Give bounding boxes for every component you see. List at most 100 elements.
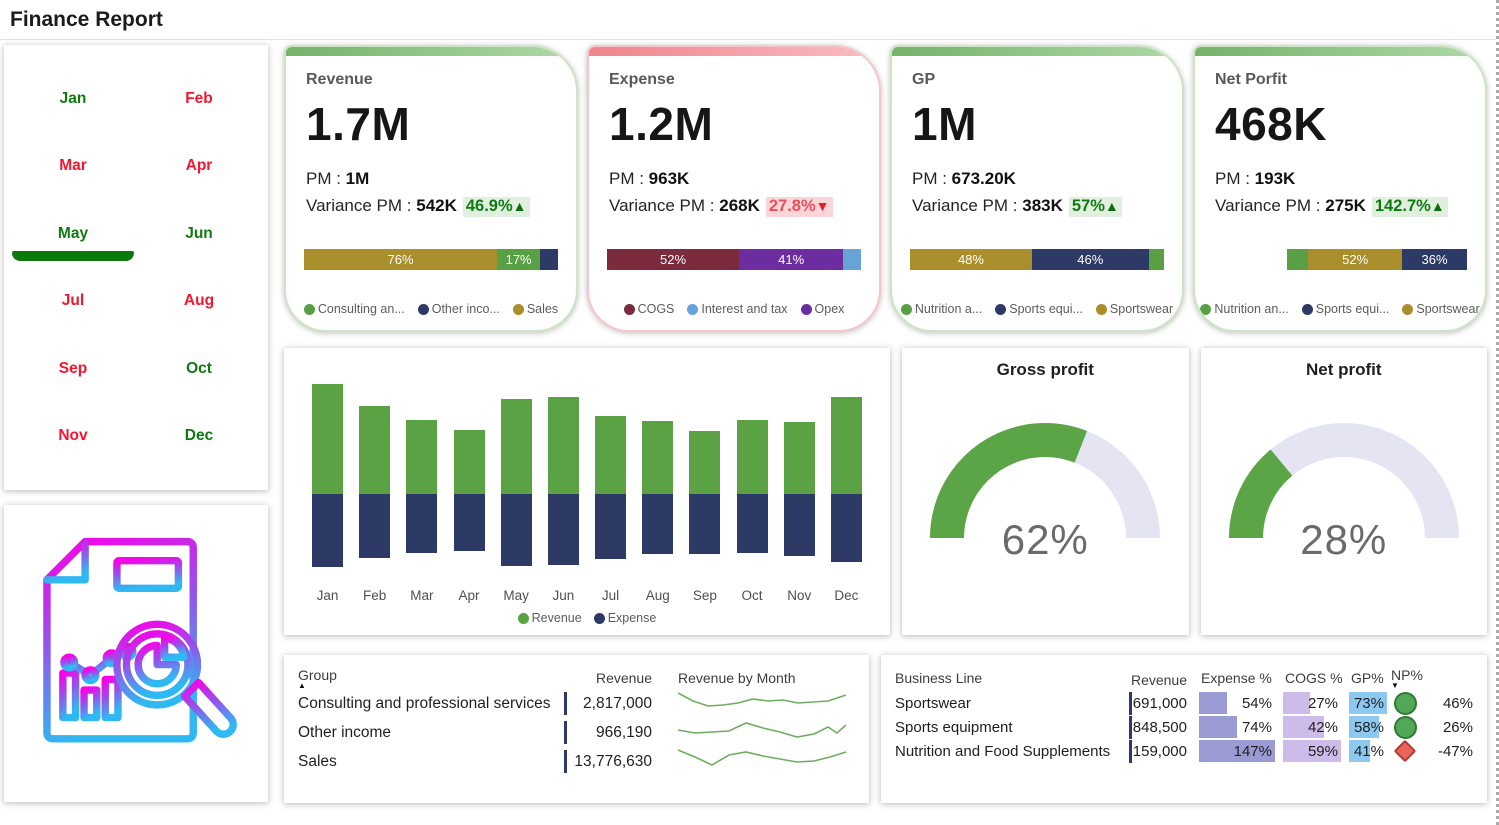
cogs-pct-cell: 27% [1283,692,1341,714]
month-button-apr[interactable]: Apr [178,153,221,179]
group-name-cell: Sales [298,750,564,773]
expense-bar [359,494,390,558]
np-positive-circle-icon [1394,692,1417,715]
kpi-legend: Consulting an...Other inco...Sales [294,302,568,316]
selected-month-underline [12,251,134,261]
expense-bar [312,494,343,567]
x-axis-label: Sep [693,588,717,603]
bar-segment [1287,249,1309,270]
column-header-revenue[interactable]: Revenue [564,668,658,689]
bar-segment: 36% [1402,249,1467,270]
legend-dot [687,304,698,315]
revenue-bar-area [642,370,673,494]
column-header-gp-pct[interactable]: GP% [1341,670,1387,688]
report-analysis-icon [30,528,242,780]
x-axis-label: Jan [317,588,339,603]
bar-segment [540,249,558,270]
sparkline-cell [658,718,855,747]
x-axis-label: May [503,588,529,603]
revenue-sparkline [678,718,850,742]
expense-bar [831,494,862,562]
bar-column-nov: Nov [784,370,815,603]
month-button-aug[interactable]: Aug [176,288,222,314]
column-header-expense-pct[interactable]: Expense % [1191,670,1275,688]
business-line-cell: Sportswear [895,692,1129,715]
month-button-nov[interactable]: Nov [50,423,95,449]
chart-legend-item: Expense [594,611,657,625]
month-button-sep[interactable]: Sep [51,356,95,382]
kpi-value: 1M [912,97,1162,151]
column-header-cogs-pct[interactable]: COGS % [1275,670,1341,688]
month-button-jan[interactable]: Jan [52,86,95,112]
kpi-delta-badge: 142.7%▲ [1372,197,1448,217]
x-axis-label: Jul [602,588,619,603]
kpi-value: 468K [1215,97,1465,151]
column-header-revenue-by-month[interactable]: Revenue by Month [658,670,855,686]
expense-pct-cell: 54% [1199,692,1275,714]
chart-legend-item: Revenue [518,611,582,625]
revenue-sparkline [678,747,850,771]
column-header-group[interactable]: Group ▲ [298,667,564,689]
tables-row: Group ▲ Revenue Revenue by Month Consult… [284,655,1487,803]
legend-dot [1200,304,1211,315]
month-button-jul[interactable]: Jul [54,288,92,314]
page-header: Finance Report [0,0,1496,40]
gauge-value: 28% [1201,516,1488,564]
kpi-pm-value: 963K [649,169,690,188]
np-positive-circle-icon [1394,716,1417,739]
data-bar-value: 58% [1354,719,1384,736]
month-slicer: Jan Feb Mar Apr May Jun Jul Aug Sep Oct Nov Dec [4,45,268,490]
kpi-card-gp: GP1MPM : 673.20KVariance PM : 383K57%▲48… [890,45,1184,332]
table-row[interactable]: Sales13,776,630 [298,747,855,776]
month-button-jun[interactable]: Jun [177,221,221,247]
legend-dot [518,613,529,624]
data-bar [1199,716,1237,738]
legend-dot [624,304,635,315]
expense-bar-area [312,494,343,574]
revenue-bar [689,431,720,494]
legend-item: Consulting an... [304,302,405,316]
kpi-breakdown-bar-row: 52%36% [1213,249,1467,270]
table-row[interactable]: Consulting and professional services2,81… [298,689,855,718]
table-row[interactable]: Nutrition and Food Supplements159,000147… [895,739,1473,763]
kpi-pm-line: PM : 1M [306,169,556,189]
bar-column-jun: Jun [548,370,579,603]
column-header-np-pct[interactable]: NP% ▼ [1387,667,1473,691]
revenue-cell: 2,817,000 [564,692,658,715]
kpi-legend: Nutrition an...Sports equi...Sportswear [1203,302,1477,316]
gp-pct-cell: 73% [1349,692,1387,714]
kpi-title: Expense [609,71,859,89]
np-indicator-cell [1387,739,1423,763]
month-button-mar[interactable]: Mar [51,153,95,179]
x-axis-label: Nov [787,588,811,603]
bar-column-feb: Feb [359,370,390,603]
table-row[interactable]: Sportswear691,00054%27%73%46% [895,691,1473,715]
revenue-expense-bar-chart: JanFebMarAprMayJunJulAugSepOctNovDec Rev… [284,348,890,635]
delta-up-icon: ▲ [1105,198,1119,214]
kpi-variance-line: Variance PM : 275K142.7%▲ [1215,196,1465,217]
revenue-bar-area [784,370,815,494]
month-button-oct[interactable]: Oct [178,356,220,382]
expense-bar-area [642,494,673,574]
month-button-dec[interactable]: Dec [177,423,221,449]
legend-dot [418,304,429,315]
kpi-breakdown-bar: 52%36% [1287,249,1467,270]
revenue-cell: 966,190 [564,721,658,744]
data-bar-value: 42% [1308,719,1338,736]
table-row[interactable]: Sports equipment848,50074%42%58%26% [895,715,1473,739]
table-row[interactable]: Other income966,190 [298,718,855,747]
revenue-cell: 848,500 [1129,716,1191,739]
group-revenue-table: Group ▲ Revenue Revenue by Month Consult… [284,655,869,803]
column-header-revenue[interactable]: Revenue [1129,669,1191,690]
kpi-variance-line: Variance PM : 268K27.8%▼ [609,196,859,217]
kpi-pm-value: 193K [1255,169,1296,188]
bar-column-apr: Apr [454,370,485,603]
bar-column-dec: Dec [831,370,862,603]
month-button-feb[interactable]: Feb [177,86,221,112]
kpi-breakdown-bar: 76%17% [304,249,558,270]
legend-dot [304,304,315,315]
column-header-business-line[interactable]: Business Line [895,670,1129,688]
sparkline-cell [658,747,855,776]
month-button-may[interactable]: May [50,221,96,247]
np-pct-cell: -47% [1423,743,1473,760]
